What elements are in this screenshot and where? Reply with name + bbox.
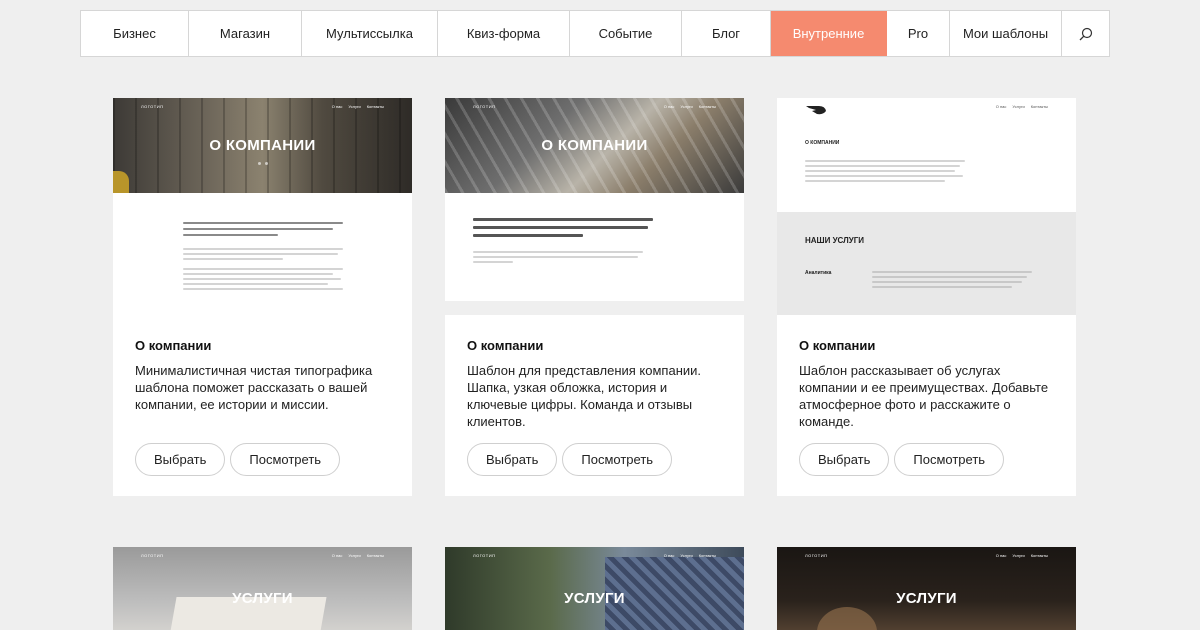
preview-menu: О нас Услуги Контакты xyxy=(331,104,384,109)
preview-menu: О нас Услуги Контакты xyxy=(995,553,1048,558)
nav-item-shop[interactable]: Магазин xyxy=(189,11,302,56)
template-preview[interactable]: ЛОГОТИП О нас Услуги Контакты УСЛУГИ xyxy=(777,547,1076,630)
preview-hero-title: О КОМПАНИИ xyxy=(541,137,648,154)
preview-menu: О нас Услуги Контакты xyxy=(663,104,716,109)
preview-heading-about: О КОМПАНИИ xyxy=(805,140,840,146)
select-button[interactable]: Выбрать xyxy=(799,443,890,476)
preview-hero-image: ЛОГОТИП О нас Услуги Контакты О КОМПАНИИ xyxy=(113,98,412,193)
view-button[interactable]: Посмотреть xyxy=(230,443,341,476)
preview-text-block xyxy=(183,222,348,293)
nav-item-blog[interactable]: Блог xyxy=(682,11,771,56)
nav-item-my-templates[interactable]: Мои шаблоны xyxy=(950,11,1062,56)
nav-item-pro[interactable]: Pro xyxy=(887,11,950,56)
card-title: О компании xyxy=(467,338,544,353)
nav-item-event[interactable]: Событие xyxy=(570,11,682,56)
nav-item-business[interactable]: Бизнес xyxy=(81,11,189,56)
card-description: Шаблон рассказывает об услугах компании … xyxy=(799,363,1049,429)
template-preview[interactable]: О нас Услуги Контакты О КОМПАНИИ НАШИ УС… xyxy=(777,98,1076,315)
template-preview[interactable]: ЛОГОТИП О нас Услуги Контакты УСЛУГИ xyxy=(445,547,744,630)
template-card: ЛОГОТИП О нас Услуги Контакты УСЛУГИ xyxy=(777,547,1076,630)
preview-logo: ЛОГОТИП xyxy=(805,553,828,558)
card-title: О компании xyxy=(135,338,212,353)
select-button[interactable]: Выбрать xyxy=(467,443,558,476)
preview-slider-dots xyxy=(257,162,268,165)
card-description: Минималистичная чистая типографика шабло… xyxy=(135,363,373,412)
preview-hero-title: УСЛУГИ xyxy=(564,589,625,607)
nav-item-multilink[interactable]: Мультиссылка xyxy=(302,11,438,56)
nav-item-quiz-form[interactable]: Квиз-форма xyxy=(438,11,570,56)
template-preview[interactable]: ЛОГОТИП О нас Услуги Контакты О КОМПАНИИ xyxy=(113,98,412,315)
preview-menu: О нас Услуги Контакты xyxy=(995,104,1048,109)
preview-hero-title: О КОМПАНИИ xyxy=(209,137,316,154)
select-button[interactable]: Выбрать xyxy=(135,443,226,476)
preview-menu: О нас Услуги Контакты xyxy=(331,553,384,558)
preview-logo: ЛОГОТИП xyxy=(473,553,496,558)
template-card: ЛОГОТИП О нас Услуги Контакты УСЛУГИ xyxy=(113,547,412,630)
search-icon xyxy=(1079,27,1092,40)
nav-item-internal[interactable]: Внутренние xyxy=(771,11,887,56)
bird-logo-icon xyxy=(806,106,826,115)
preview-heading-services: НАШИ УСЛУГИ xyxy=(805,236,864,245)
preview-hero-title: УСЛУГИ xyxy=(232,589,293,607)
template-card: ЛОГОТИП О нас Услуги Контакты О КОМПАНИИ… xyxy=(113,98,412,496)
template-card: О нас Услуги Контакты О КОМПАНИИ НАШИ УС… xyxy=(777,98,1076,496)
category-nav: Бизнес Магазин Мультиссылка Квиз-форма С… xyxy=(80,10,1110,57)
preview-hero-image: ЛОГОТИП О нас Услуги Контакты О КОМПАНИИ xyxy=(445,98,744,193)
preview-text-block xyxy=(805,160,965,185)
preview-logo: ЛОГОТИП xyxy=(473,104,496,109)
template-card: ЛОГОТИП О нас Услуги Контакты УСЛУГИ xyxy=(445,547,744,630)
template-card: ЛОГОТИП О нас Услуги Контакты О КОМПАНИИ… xyxy=(445,98,744,496)
template-preview[interactable]: ЛОГОТИП О нас Услуги Контакты О КОМПАНИИ xyxy=(445,98,744,315)
preview-hero-title: УСЛУГИ xyxy=(896,589,957,607)
preview-logo: ЛОГОТИП xyxy=(141,553,164,558)
preview-text-block xyxy=(473,218,653,266)
template-preview[interactable]: ЛОГОТИП О нас Услуги Контакты УСЛУГИ xyxy=(113,547,412,630)
nav-search-button[interactable] xyxy=(1062,11,1109,56)
view-button[interactable]: Посмотреть xyxy=(894,443,1005,476)
card-description: Шаблон для представления компании. Шапка… xyxy=(467,363,702,429)
preview-menu: О нас Услуги Контакты xyxy=(663,553,716,558)
preview-logo: ЛОГОТИП xyxy=(141,104,164,109)
preview-service-item: Аналитика xyxy=(805,270,832,276)
view-button[interactable]: Посмотреть xyxy=(562,443,673,476)
card-title: О компании xyxy=(799,338,876,353)
